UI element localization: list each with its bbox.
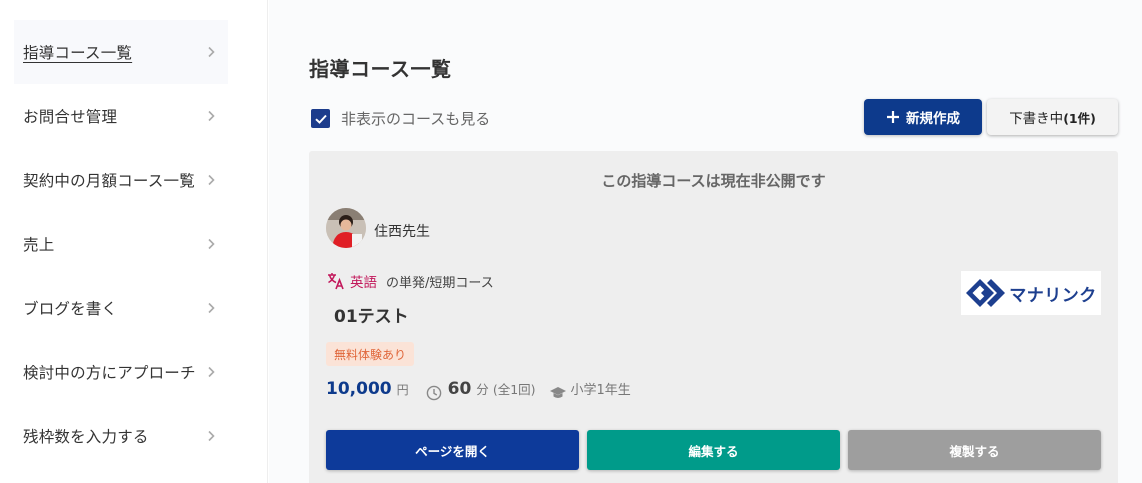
sidebar-item-write-blog[interactable]: ブログを書く <box>14 276 228 340</box>
clock-icon <box>426 385 442 401</box>
manalink-logo: マナリンク <box>961 271 1101 315</box>
subject-label: 英語 <box>350 275 377 291</box>
sidebar-item-label: 検討中の方にアプローチ <box>23 364 196 382</box>
chevron-right-icon <box>204 365 218 379</box>
check-icon <box>314 114 327 124</box>
sidebar-item-remaining-slots[interactable]: 残枠数を入力する <box>14 404 228 468</box>
chevron-right-icon <box>204 429 218 443</box>
duration-unit: 分 <box>476 382 489 397</box>
sidebar-item-sales[interactable]: 売上 <box>14 212 228 276</box>
new-course-button[interactable]: 新規作成 <box>864 99 982 135</box>
price-unit: 円 <box>396 383 409 397</box>
sidebar-item-label: お問合せ管理 <box>23 108 118 126</box>
chevron-right-icon <box>204 237 218 251</box>
chevron-right-icon <box>204 45 218 59</box>
manalink-logo-mark <box>965 278 1006 308</box>
open-page-button[interactable]: ページを開く <box>326 430 579 470</box>
sidebar-item-approach[interactable]: 検討中の方にアプローチ <box>14 340 228 404</box>
price: 10,000 <box>326 379 392 399</box>
unpublished-notice: この指導コースは現在非公開です <box>601 172 826 190</box>
graduation-cap-icon <box>549 385 567 401</box>
sidebar-item-label: 契約中の月額コース一覧 <box>23 172 195 190</box>
session-count: (全1回) <box>492 382 536 397</box>
sidebar-item-course-list[interactable]: 指導コース一覧 <box>14 20 228 84</box>
sidebar-item-monthly-contracts[interactable]: 契約中の月額コース一覧 <box>14 148 228 212</box>
drafts-count: (1件) <box>1063 110 1096 126</box>
sidebar-item-label: 指導コース一覧 <box>23 44 133 62</box>
course-info-row: 10,000 円 60 分 (全1回) 小学1年生 <box>326 379 631 407</box>
subject-row: 英語 の単発/短期コース <box>326 271 494 291</box>
avatar <box>326 208 366 248</box>
target-grade: 小学1年生 <box>570 383 631 398</box>
sidebar: 指導コース一覧 お問合せ管理 契約中の月額コース一覧 売上 ブログを書く 検討中… <box>0 0 268 483</box>
show-hidden-toggle[interactable]: 非表示のコースも見る <box>311 108 490 129</box>
plus-icon <box>886 110 900 124</box>
teacher-name: 住西先生 <box>374 224 430 240</box>
translate-icon <box>326 271 346 291</box>
trial-badge: 無料体験あり <box>326 342 415 366</box>
show-hidden-checkbox[interactable] <box>311 109 330 128</box>
chevron-right-icon <box>204 301 218 315</box>
chevron-right-icon <box>204 173 218 187</box>
course-type: の単発/短期コース <box>386 275 494 291</box>
duplicate-button[interactable]: 複製する <box>848 430 1101 470</box>
duration-minutes: 60 <box>447 379 472 399</box>
sidebar-item-label: 売上 <box>23 236 55 254</box>
new-course-label: 新規作成 <box>906 111 960 127</box>
edit-button[interactable]: 編集する <box>587 430 840 470</box>
drafts-label: 下書き中 <box>1009 111 1064 127</box>
sidebar-item-inquiries[interactable]: お問合せ管理 <box>14 84 228 148</box>
sidebar-item-label: ブログを書く <box>23 300 118 318</box>
manalink-logo-text: マナリンク <box>1009 285 1097 306</box>
page-title: 指導コース一覧 <box>309 57 452 81</box>
course-card: この指導コースは現在非公開です 住西先生 英語 の単発/短期コース 01テスト … <box>309 151 1118 483</box>
course-title: 01テスト <box>334 307 409 327</box>
sidebar-item-label: 残枠数を入力する <box>23 428 149 446</box>
drafts-button[interactable]: 下書き中 (1件) <box>987 99 1118 135</box>
show-hidden-label: 非表示のコースも見る <box>341 110 491 128</box>
chevron-right-icon <box>204 109 218 123</box>
main-content: 指導コース一覧 非表示のコースも見る 新規作成 下書き中 (1件) この指導コース… <box>269 0 1142 483</box>
